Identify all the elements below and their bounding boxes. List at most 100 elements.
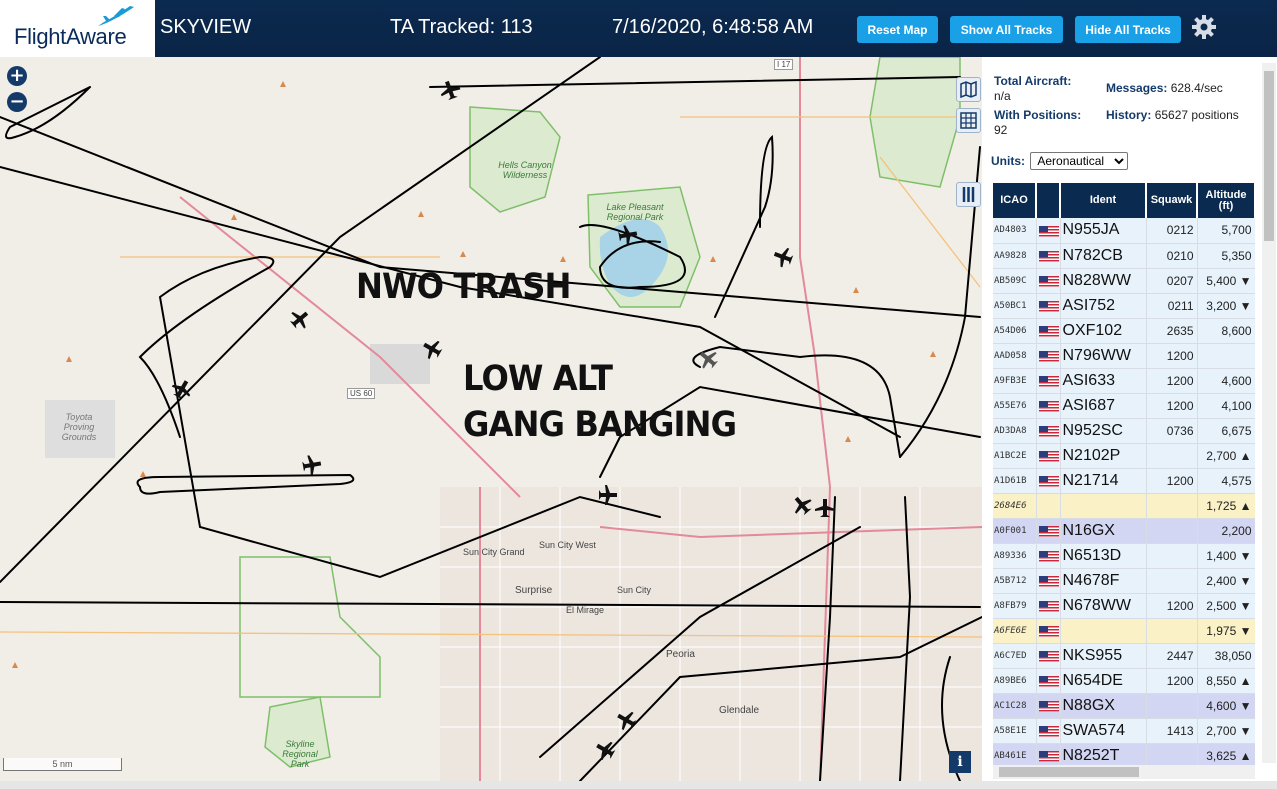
table-row[interactable]: AD3DA8 N952SC 0736 6,675 <box>993 418 1255 444</box>
table-row[interactable]: A55E76 ASI687 1200 4,100 <box>993 393 1255 419</box>
table-row[interactable]: A1BC2E N2102P 2,700 ▲ <box>993 443 1255 469</box>
cell-flag <box>1036 418 1061 444</box>
label-us60: US 60 <box>347 388 376 399</box>
cell-flag <box>1036 718 1061 744</box>
aircraft-icon <box>302 455 322 476</box>
table-row[interactable]: A1D61B N21714 1200 4,575 <box>993 468 1255 494</box>
table-row[interactable]: A50BC1 ASI752 0211 3,200 ▼ <box>993 293 1255 319</box>
cell-flag <box>1036 593 1061 619</box>
show-all-tracks-button[interactable]: Show All Tracks <box>950 16 1063 43</box>
cell-ident: N678WW <box>1060 593 1147 619</box>
table-row[interactable]: A58E1E SWA574 1413 2,700 ▼ <box>993 718 1255 744</box>
flightaware-logo[interactable]: FlightAware <box>0 0 155 57</box>
cell-flag <box>1036 243 1061 269</box>
place-glendale: Glendale <box>719 705 760 716</box>
horizontal-scroll-thumb[interactable] <box>999 767 1139 777</box>
cell-altitude: 3,200 ▼ <box>1197 293 1255 319</box>
col-header-ident[interactable]: Ident <box>1060 183 1147 218</box>
cell-icao: AA9828 <box>993 243 1037 269</box>
aircraft-panel: Total Aircraft: n/a Messages: 628.4/sec … <box>982 57 1277 781</box>
col-header-altitude[interactable]: Altitude (ft) <box>1197 183 1255 218</box>
table-row[interactable]: AB509C N828WW 0207 5,400 ▼ <box>993 268 1255 294</box>
place-toyota: Toyota Proving Grounds <box>61 412 97 442</box>
table-row[interactable]: AA9828 N782CB 0210 5,350 <box>993 243 1255 269</box>
table-row[interactable]: A9FB3E ASI633 1200 4,600 <box>993 368 1255 394</box>
cell-ident: ASI687 <box>1060 393 1147 419</box>
table-row[interactable]: A8FB79 N678WW 1200 2,500 ▼ <box>993 593 1255 619</box>
annotation-low-alt: LOW ALT <box>463 359 613 399</box>
tracked-label: TA Tracked: <box>390 16 496 38</box>
table-row[interactable]: A5B712 N4678F 2,400 ▼ <box>993 568 1255 594</box>
us-flag-icon <box>1038 601 1059 613</box>
toggle-columns-icon[interactable] <box>956 182 981 207</box>
table-row[interactable]: A89BE6 N654DE 1200 8,550 ▲ <box>993 668 1255 694</box>
table-row[interactable]: AC1C28 N88GX 4,600 ▼ <box>993 693 1255 719</box>
hide-all-tracks-button[interactable]: Hide All Tracks <box>1075 16 1181 43</box>
cell-altitude: 4,575 <box>1197 468 1255 494</box>
cell-altitude: 6,675 <box>1197 418 1255 444</box>
table-row[interactable]: AD4803 N955JA 0212 5,700 <box>993 218 1255 244</box>
us-flag-icon <box>1038 551 1059 563</box>
cell-squawk <box>1146 618 1198 644</box>
gear-icon[interactable] <box>1190 13 1218 41</box>
table-row[interactable]: 2684E6 1,725 ▲ <box>993 493 1255 519</box>
info-icon[interactable]: i <box>949 751 971 773</box>
cell-icao: A1BC2E <box>993 443 1037 469</box>
table-row[interactable]: AAD058 N796WW 1200 <box>993 343 1255 369</box>
map-canvas[interactable]: Hells Canyon Wilderness Lake Pleasant Re… <box>0 57 982 781</box>
park-area <box>239 556 381 698</box>
scale-bar: 5 nm <box>3 758 122 771</box>
table-row[interactable]: A0F001 N16GX 2,200 <box>993 518 1255 544</box>
cell-icao: A0F001 <box>993 518 1037 544</box>
horizontal-scrollbar[interactable] <box>993 765 1255 779</box>
table-row[interactable]: A6C7ED NKS955 2447 38,050 <box>993 643 1255 669</box>
col-header-icao[interactable]: ICAO <box>993 183 1037 218</box>
cell-icao: A6FE6E <box>993 618 1037 644</box>
cell-squawk: 0210 <box>1146 243 1198 269</box>
cell-squawk <box>1146 568 1198 594</box>
zoom-out-button[interactable]: − <box>7 92 27 112</box>
units-select[interactable]: Aeronautical <box>1030 152 1129 170</box>
table-row[interactable]: A6FE6E 1,975 ▼ <box>993 618 1255 644</box>
cell-ident: OXF102 <box>1060 318 1147 344</box>
cell-ident: N2102P <box>1060 443 1147 469</box>
place-sun-city-west: Sun City West <box>539 540 596 550</box>
cell-ident: N6513D <box>1060 543 1147 569</box>
us-flag-icon <box>1038 426 1059 438</box>
cell-icao: 2684E6 <box>993 493 1037 519</box>
cell-ident: SWA574 <box>1060 718 1147 744</box>
map-layers-icon[interactable] <box>956 77 981 102</box>
reset-map-button[interactable]: Reset Map <box>857 16 938 43</box>
cell-ident: NKS955 <box>1060 643 1147 669</box>
cell-squawk: 1200 <box>1146 368 1198 394</box>
annotation-nwo-trash: NWO TRASH <box>356 267 572 307</box>
tracked-counter: TA Tracked: 113 <box>390 16 533 39</box>
col-header-squawk[interactable]: Squawk <box>1146 183 1198 218</box>
table-row[interactable]: A54D06 OXF102 2635 8,600 <box>993 318 1255 344</box>
zoom-in-button[interactable]: + <box>7 66 27 86</box>
vertical-scrollbar[interactable] <box>1262 63 1276 763</box>
with-positions-value: 92 <box>994 123 1008 137</box>
cell-altitude: 4,600 ▼ <box>1197 693 1255 719</box>
vertical-scroll-thumb[interactable] <box>1264 71 1274 241</box>
cell-ident: N88GX <box>1060 693 1147 719</box>
stat-with-positions: With Positions: 92 <box>994 108 1081 138</box>
col-header-flag[interactable] <box>1036 183 1061 218</box>
with-positions-label: With Positions: <box>994 108 1082 122</box>
aircraft-icon <box>440 80 461 101</box>
table-row[interactable]: A89336 N6513D 1,400 ▼ <box>993 543 1255 569</box>
table-row[interactable]: AB461E N8252T 3,625 ▲ <box>993 743 1255 765</box>
history-value: 65627 positions <box>1154 108 1239 122</box>
cell-ident: ASI633 <box>1060 368 1147 394</box>
cell-icao: AC1C28 <box>993 693 1037 719</box>
cell-icao: A6C7ED <box>993 643 1037 669</box>
us-flag-icon <box>1038 701 1059 713</box>
place-el-mirage: El Mirage <box>566 605 605 615</box>
cell-squawk: 1200 <box>1146 393 1198 419</box>
cell-icao: A8FB79 <box>993 593 1037 619</box>
us-flag-icon <box>1038 676 1059 688</box>
grid-icon[interactable] <box>956 108 981 133</box>
cell-ident: N796WW <box>1060 343 1147 369</box>
cell-altitude: 2,200 <box>1197 518 1255 544</box>
aircraft-table-container[interactable]: ICAO Ident Squawk Altitude (ft) AD4803 N9… <box>993 183 1255 765</box>
